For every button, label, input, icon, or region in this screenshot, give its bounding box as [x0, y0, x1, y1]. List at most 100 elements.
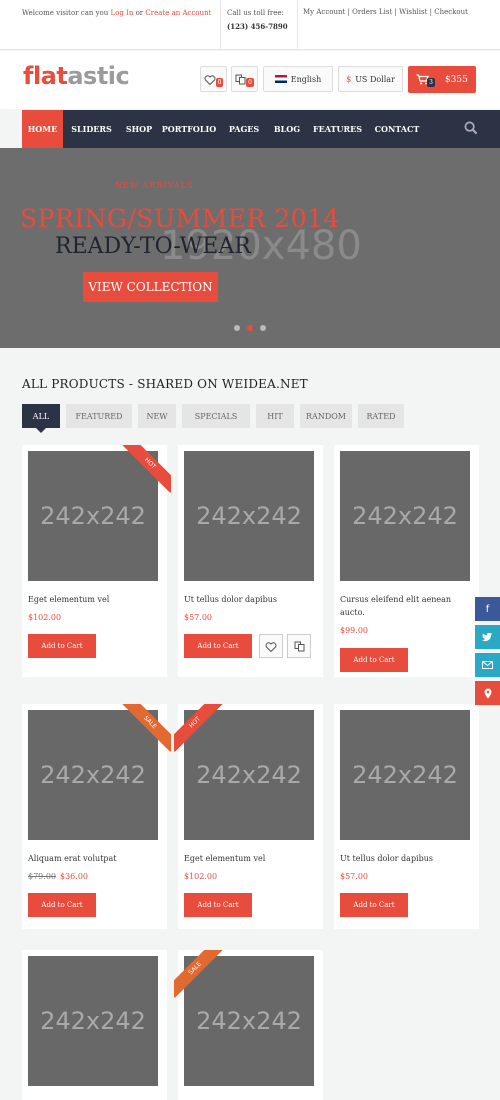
product-card[interactable]: 242x242 Ut tellus dolor dapibus $57.00 A… — [334, 704, 479, 929]
divider — [220, 0, 221, 50]
or-text: or — [135, 9, 144, 17]
product-name[interactable]: Aliquam erat volutpat — [28, 852, 163, 865]
main-nav: HOME SLIDERS SHOP PORTFOLIO PAGES BLOG F… — [22, 110, 500, 148]
twitter-button[interactable] — [475, 625, 500, 649]
separator: | — [394, 8, 397, 16]
nav-sliders[interactable]: SLIDERS — [63, 110, 120, 148]
mail-button[interactable] — [475, 653, 500, 677]
cart-total: $355 — [444, 74, 468, 85]
product-image[interactable]: 242x242 — [340, 710, 470, 840]
location-pin-icon — [484, 688, 491, 698]
create-account-link[interactable]: Create an Account — [145, 9, 211, 17]
view-collection-button[interactable]: VIEW COLLECTION — [83, 272, 218, 302]
search-icon[interactable] — [464, 121, 478, 135]
language-label: English — [290, 74, 322, 84]
product-card[interactable]: 242x242 HOT Eget elementum vel $102.00 A… — [22, 445, 171, 677]
sale-ribbon: SALE — [174, 950, 224, 1000]
product-image[interactable]: 242x242 — [28, 956, 158, 1086]
tab-hit[interactable]: HIT — [256, 404, 294, 428]
my-account-link[interactable]: My Account — [303, 8, 345, 16]
separator: | — [347, 8, 350, 16]
wishlist-button[interactable]: 0 — [200, 66, 227, 92]
logo-text-accent: flat — [23, 62, 68, 90]
add-to-cart-button[interactable]: Add to Cart — [184, 634, 252, 658]
compare-button[interactable]: 0 — [231, 66, 258, 92]
tab-new[interactable]: NEW — [138, 404, 176, 428]
tab-all[interactable]: ALL — [22, 404, 60, 433]
product-card[interactable]: 242x242 Cursus eleifend elit aenean auct… — [334, 445, 479, 677]
slider-subline: READY-TO-WEAR — [55, 234, 251, 259]
ribbon-label: HOT — [121, 445, 171, 493]
hero-slider: 1920x480 NEW ARRIVALS SPRING/SUMMER 2014… — [0, 148, 500, 348]
welcome-text: Welcome visitor can you — [22, 9, 109, 17]
product-card[interactable]: 242x242 HOT Eget elementum vel $102.00 A… — [174, 704, 323, 929]
top-bar: Welcome visitor can you Log In or Create… — [0, 0, 500, 50]
heart-icon — [204, 74, 216, 85]
orders-list-link[interactable]: Orders List — [352, 8, 392, 16]
add-to-compare-button[interactable] — [287, 634, 311, 658]
slider-kicker: NEW ARRIVALS — [115, 181, 194, 190]
product-card[interactable]: 242x242 SALE — [174, 950, 323, 1100]
product-image[interactable]: 242x242 — [184, 451, 314, 581]
call-label: Call us toll free: — [227, 9, 284, 17]
mail-icon — [482, 661, 493, 669]
heart-icon — [265, 641, 277, 652]
slider-dot[interactable] — [234, 325, 240, 331]
checkout-link[interactable]: Checkout — [434, 8, 468, 16]
add-to-cart-button[interactable]: Add to Cart — [340, 648, 408, 672]
slider-dot-active[interactable] — [247, 325, 253, 331]
sale-price: $36.00 — [60, 872, 88, 881]
ribbon-label: SALE — [121, 704, 171, 752]
compare-icon — [235, 74, 246, 84]
tab-specials[interactable]: SPECIALS — [182, 404, 250, 428]
product-price: $79.00 $36.00 — [28, 872, 88, 881]
nav-blog[interactable]: BLOG — [268, 110, 306, 148]
cart-button[interactable]: 3 $355 — [408, 66, 476, 93]
product-tabs: ALL FEATURED NEW SPECIALS HIT RANDOM RAT… — [22, 404, 404, 433]
hot-ribbon: HOT — [121, 445, 171, 495]
product-card[interactable]: 242x242 SALE Aliquam erat volutpat $79.0… — [22, 704, 171, 929]
currency-symbol: $ — [346, 74, 352, 84]
wishlist-count: 0 — [215, 78, 224, 87]
tab-featured[interactable]: FEATURED — [66, 404, 132, 428]
product-name[interactable]: Eget elementum vel — [28, 593, 163, 606]
add-to-cart-button[interactable]: Add to Cart — [28, 634, 96, 658]
product-name[interactable]: Eget elementum vel — [184, 852, 319, 865]
product-price: $57.00 — [340, 872, 368, 881]
nav-contact[interactable]: CONTACT — [369, 110, 425, 148]
tab-rated[interactable]: RATED — [358, 404, 404, 428]
location-button[interactable] — [475, 681, 500, 705]
product-name[interactable]: Ut tellus dolor dapibus — [184, 593, 319, 606]
language-selector[interactable]: English — [263, 66, 333, 92]
add-to-cart-button[interactable]: Add to Cart — [340, 893, 408, 917]
add-to-cart-button[interactable]: Add to Cart — [28, 893, 96, 917]
add-to-wishlist-button[interactable] — [259, 634, 283, 658]
currency-selector[interactable]: $ US Dollar — [338, 66, 403, 92]
product-price: $99.00 — [340, 626, 368, 635]
nav-features[interactable]: FEATURES — [306, 110, 369, 148]
nav-pages[interactable]: PAGES — [220, 110, 268, 148]
facebook-icon: f — [485, 603, 490, 615]
ribbon-label: HOT — [174, 704, 224, 752]
product-price: $102.00 — [184, 872, 218, 881]
nav-home[interactable]: HOME — [22, 110, 63, 148]
product-name[interactable]: Ut tellus dolor dapibus — [340, 852, 475, 865]
call-info: Call us toll free: (123) 456-7890 — [227, 6, 297, 34]
facebook-button[interactable]: f — [475, 597, 500, 621]
nav-portfolio[interactable]: PORTFOLIO — [158, 110, 220, 148]
product-card[interactable]: 242x242 Ut tellus dolor dapibus $57.00 A… — [178, 445, 323, 677]
cart-count: 3 — [427, 78, 435, 87]
login-link[interactable]: Log In — [111, 9, 134, 17]
section-title: ALL PRODUCTS - SHARED ON WEIDEA.NET — [22, 377, 308, 391]
wishlist-link[interactable]: Wishlist — [399, 8, 427, 16]
product-name[interactable]: Cursus eleifend elit aenean aucto. — [340, 593, 475, 619]
nav-shop[interactable]: SHOP — [120, 110, 158, 148]
add-to-cart-button[interactable]: Add to Cart — [184, 893, 252, 917]
slider-dot[interactable] — [260, 325, 266, 331]
logo[interactable]: flatastic — [23, 62, 130, 90]
product-image[interactable]: 242x242 — [340, 451, 470, 581]
product-price: $102.00 — [28, 613, 62, 622]
product-card[interactable]: 242x242 — [22, 950, 167, 1100]
tab-random[interactable]: RANDOM — [300, 404, 352, 428]
account-links: My Account | Orders List | Wishlist | Ch… — [303, 6, 468, 18]
